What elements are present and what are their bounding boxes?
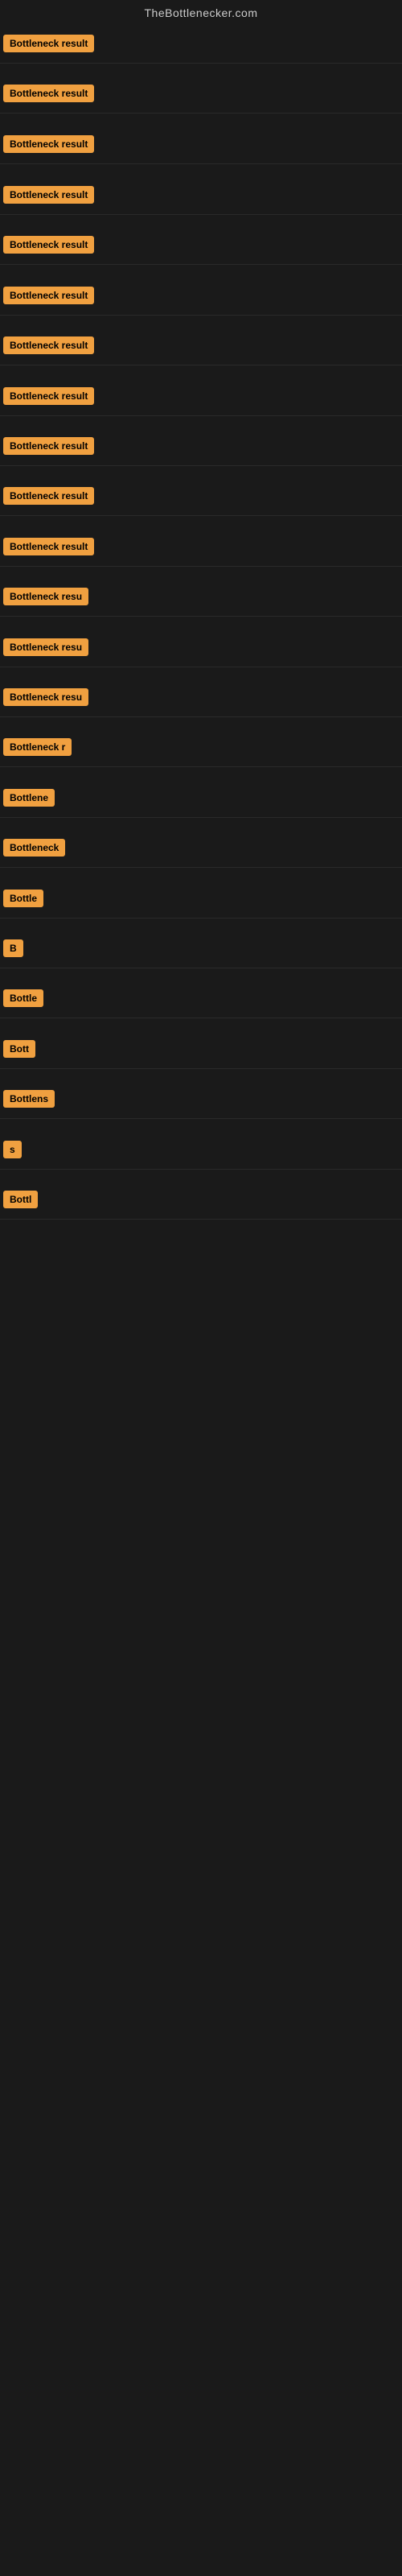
result-row: Bottleneck bbox=[0, 818, 402, 868]
bottleneck-result-badge[interactable]: Bottleneck resu bbox=[3, 588, 88, 605]
result-row: Bottlene bbox=[0, 767, 402, 817]
bottleneck-result-badge[interactable]: Bottleneck result bbox=[3, 387, 94, 405]
results-container: Bottleneck result Bottleneck result Bottle… bbox=[0, 26, 402, 1220]
result-row: Bottleneck result bbox=[0, 466, 402, 517]
bottleneck-result-badge[interactable]: Bottleneck result bbox=[3, 437, 94, 455]
result-row: Bott bbox=[0, 1018, 402, 1068]
bottleneck-result-badge[interactable]: Bott bbox=[3, 1040, 35, 1058]
result-row: Bottleneck result bbox=[0, 64, 402, 114]
result-row: Bottleneck result bbox=[0, 516, 402, 567]
result-row: Bottleneck result bbox=[0, 114, 402, 164]
result-row: Bottleneck result bbox=[0, 26, 402, 64]
bottleneck-result-badge[interactable]: Bottle bbox=[3, 890, 43, 907]
result-row: Bottleneck result bbox=[0, 316, 402, 365]
bottleneck-result-badge[interactable]: Bottlene bbox=[3, 789, 55, 807]
bottleneck-result-badge[interactable]: Bottleneck result bbox=[3, 287, 94, 304]
result-row: Bottl bbox=[0, 1170, 402, 1220]
bottleneck-result-badge[interactable]: B bbox=[3, 939, 23, 957]
bottleneck-result-badge[interactable]: Bottleneck result bbox=[3, 538, 94, 555]
bottleneck-result-badge[interactable]: Bottleneck result bbox=[3, 336, 94, 354]
result-row: Bottleneck result bbox=[0, 164, 402, 215]
result-row: Bottlens bbox=[0, 1069, 402, 1119]
bottleneck-result-badge[interactable]: Bottleneck result bbox=[3, 85, 94, 102]
result-row: Bottle bbox=[0, 968, 402, 1018]
result-row: Bottleneck resu bbox=[0, 617, 402, 667]
bottleneck-result-badge[interactable]: Bottleneck result bbox=[3, 135, 94, 153]
result-row: Bottleneck r bbox=[0, 717, 402, 767]
result-row: B bbox=[0, 919, 402, 968]
bottleneck-result-badge[interactable]: s bbox=[3, 1141, 22, 1158]
result-row: Bottle bbox=[0, 868, 402, 918]
bottleneck-result-badge[interactable]: Bottleneck result bbox=[3, 35, 94, 52]
bottleneck-result-badge[interactable]: Bottleneck result bbox=[3, 236, 94, 254]
result-row: Bottleneck result bbox=[0, 265, 402, 315]
bottleneck-result-badge[interactable]: Bottleneck resu bbox=[3, 688, 88, 706]
bottleneck-result-badge[interactable]: Bottleneck r bbox=[3, 738, 72, 756]
bottleneck-result-badge[interactable]: Bottleneck bbox=[3, 839, 65, 857]
bottleneck-result-badge[interactable]: Bottleneck result bbox=[3, 487, 94, 505]
site-header: TheBottlenecker.com bbox=[0, 0, 402, 26]
result-row: Bottleneck resu bbox=[0, 567, 402, 617]
bottleneck-result-badge[interactable]: Bottle bbox=[3, 989, 43, 1007]
result-row: Bottleneck resu bbox=[0, 667, 402, 717]
bottleneck-result-badge[interactable]: Bottleneck resu bbox=[3, 638, 88, 656]
bottleneck-result-badge[interactable]: Bottleneck result bbox=[3, 186, 94, 204]
result-row: Bottleneck result bbox=[0, 215, 402, 265]
result-row: Bottleneck result bbox=[0, 365, 402, 416]
result-row: s bbox=[0, 1119, 402, 1169]
site-title: TheBottlenecker.com bbox=[0, 0, 402, 26]
result-row: Bottleneck result bbox=[0, 416, 402, 466]
bottleneck-result-badge[interactable]: Bottl bbox=[3, 1191, 38, 1208]
bottleneck-result-badge[interactable]: Bottlens bbox=[3, 1090, 55, 1108]
